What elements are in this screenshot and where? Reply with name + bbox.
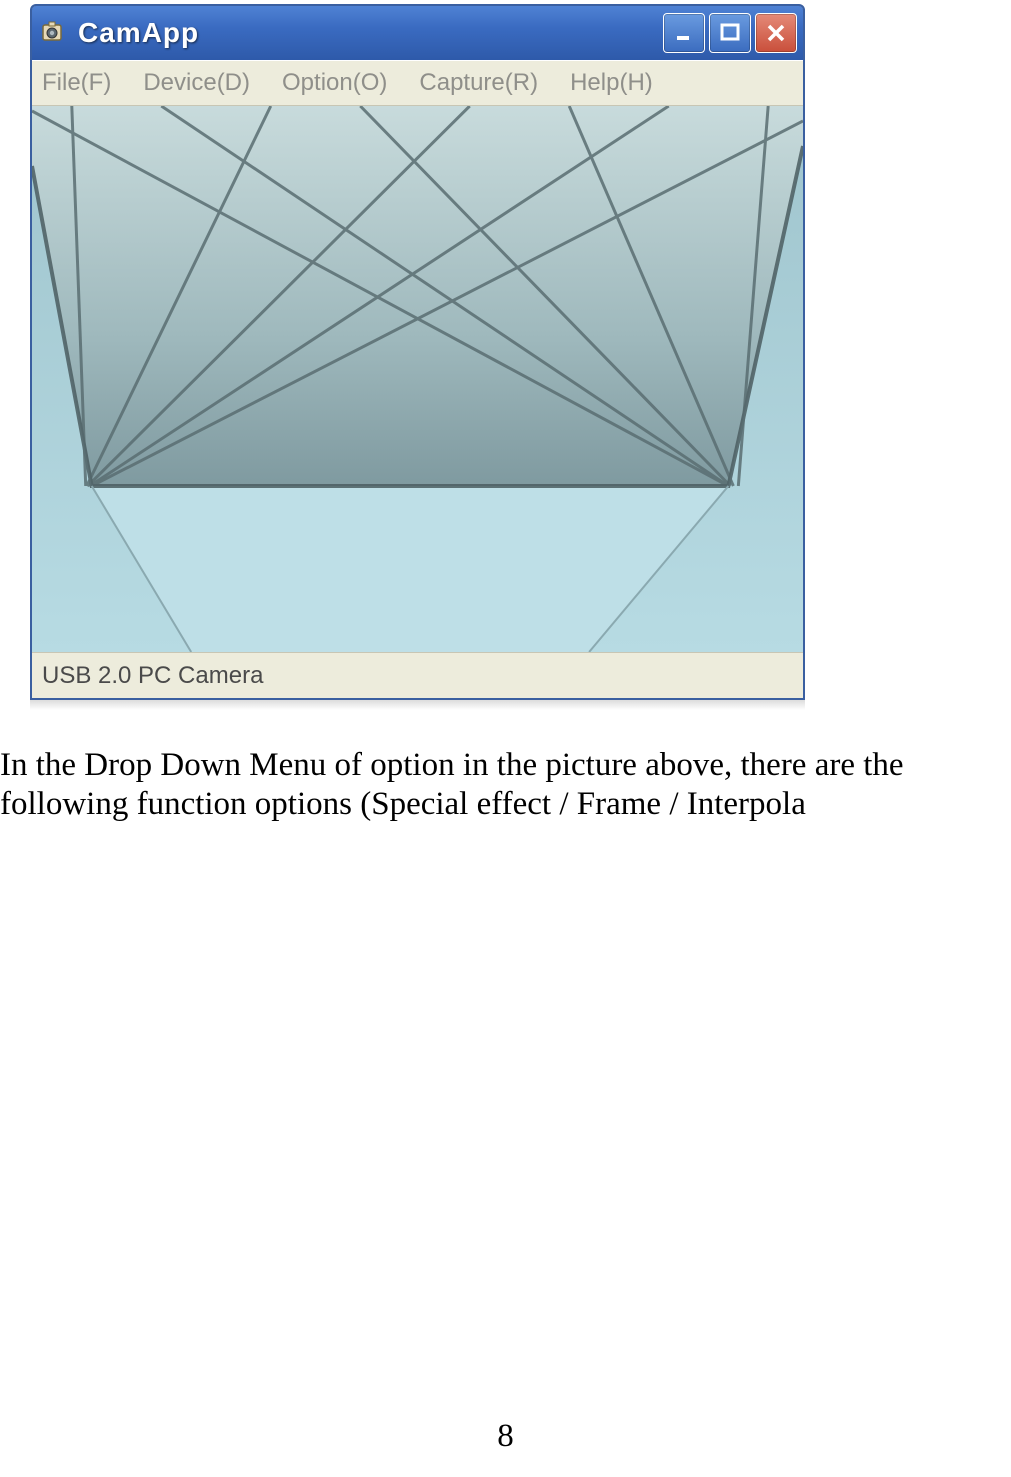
status-bar: USB 2.0 PC Camera — [32, 652, 803, 698]
app-icon — [40, 19, 68, 47]
status-text: USB 2.0 PC Camera — [42, 662, 263, 690]
menu-file[interactable]: File(F) — [38, 67, 115, 99]
menu-bar: File(F) Device(D) Option(O) Capture(R) H… — [32, 60, 803, 106]
menu-device[interactable]: Device(D) — [139, 67, 254, 99]
window-controls — [663, 13, 799, 53]
screenshot-container: CamApp File — [0, 0, 995, 700]
body-paragraph: In the Drop Down Menu of option in the p… — [0, 710, 995, 824]
window-title: CamApp — [78, 17, 663, 49]
menu-capture[interactable]: Capture(R) — [415, 67, 542, 99]
menu-option[interactable]: Option(O) — [278, 67, 391, 99]
maximize-button[interactable] — [709, 13, 751, 53]
app-window: CamApp File — [30, 4, 805, 700]
document-page: CamApp File — [0, 0, 1011, 824]
screenshot-shadow — [30, 700, 805, 710]
close-button[interactable] — [755, 13, 797, 53]
minimize-button[interactable] — [663, 13, 705, 53]
window-titlebar: CamApp — [32, 6, 803, 60]
menu-help[interactable]: Help(H) — [566, 67, 657, 99]
page-number: 8 — [0, 1418, 1011, 1455]
camera-viewport — [32, 106, 803, 652]
